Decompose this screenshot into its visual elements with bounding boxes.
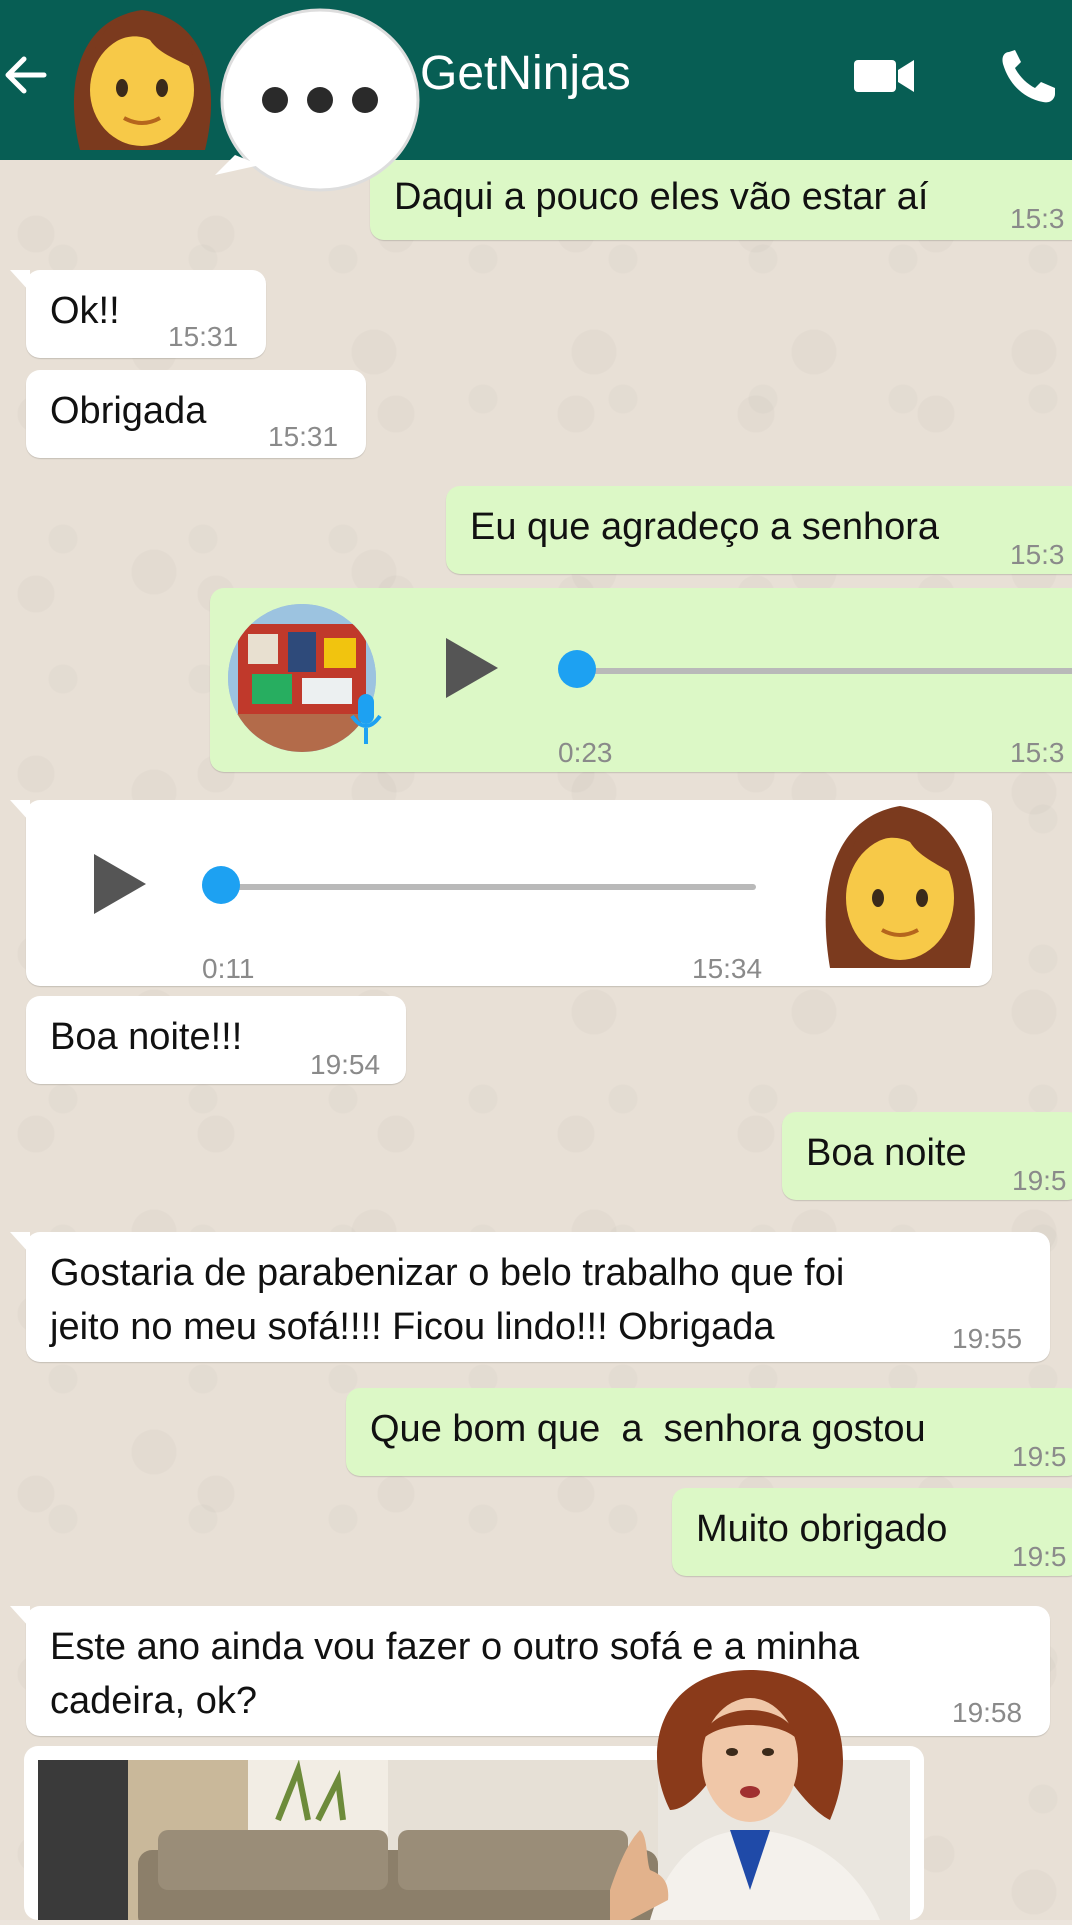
message-bubble-incoming[interactable]: Gostaria de parabenizar o belo trabalho …	[10, 1232, 1050, 1362]
message-time: 15:3	[1010, 203, 1065, 234]
arrow-left-icon[interactable]	[0, 45, 60, 105]
typing-dots-icon	[215, 5, 420, 205]
message-time: 15:31	[168, 321, 239, 352]
message-time: 19:5	[1012, 1541, 1067, 1572]
audio-duration: 0:11	[202, 953, 255, 984]
message-time: 19:54	[310, 1049, 381, 1080]
message-text: Boa noite!!!	[50, 1016, 243, 1058]
contact-name[interactable]: GetNinjas	[420, 46, 631, 101]
message-text: Eu que agradeço a senhora	[470, 506, 940, 548]
message-time: 15:3	[1010, 539, 1065, 570]
message-text: Que bom que a senhora gostou	[370, 1408, 926, 1450]
audio-progress-knob[interactable]	[558, 650, 596, 688]
message-bubble-incoming[interactable]: Obrigada 15:31	[26, 370, 366, 458]
message-time: 15:31	[268, 421, 339, 452]
microphone-icon	[346, 690, 386, 750]
message-text: Daqui a pouco eles vão estar aí	[394, 176, 929, 218]
message-text: Boa noite	[806, 1132, 967, 1174]
message-bubble-outgoing[interactable]: Boa noite 19:5	[782, 1112, 1072, 1200]
woman-emoji-icon	[818, 798, 983, 983]
audio-progress-track[interactable]	[206, 884, 756, 890]
message-time: 19:55	[952, 1323, 1023, 1354]
audio-progress-knob[interactable]	[202, 866, 240, 904]
message-bubble-outgoing[interactable]: Que bom que a senhora gostou 19:5	[346, 1388, 1072, 1476]
message-bubble-incoming[interactable]: Ok!! 15:31	[10, 270, 266, 358]
message-bubble-outgoing[interactable]: Eu que agradeço a senhora 15:3	[446, 486, 1072, 574]
woman-reaction-image	[610, 1660, 950, 1920]
message-time: 19:5	[1012, 1441, 1067, 1472]
message-text: Gostaria de parabenizar o belo trabalho …	[50, 1252, 845, 1348]
message-text: Muito obrigado	[696, 1508, 948, 1550]
message-text: Obrigada	[50, 390, 207, 432]
message-bubble-outgoing[interactable]: Daqui a pouco eles vão estar aí 15:3	[370, 160, 1072, 240]
message-time: 19:5	[1012, 1165, 1067, 1196]
woman-emoji-icon	[60, 0, 225, 165]
message-time: 19:58	[952, 1697, 1023, 1728]
message-time: 15:3	[1010, 737, 1065, 768]
phone-icon[interactable]	[995, 46, 1065, 106]
message-bubble-outgoing[interactable]: Muito obrigado 19:5	[672, 1488, 1072, 1576]
audio-progress-track[interactable]	[576, 668, 1072, 674]
play-icon[interactable]	[446, 638, 498, 698]
message-bubble-incoming[interactable]: Boa noite!!! 19:54	[26, 996, 406, 1084]
message-time: 15:34	[692, 953, 763, 984]
video-camera-icon[interactable]	[850, 46, 920, 106]
message-text: Ok!!	[50, 290, 120, 332]
audio-duration: 0:23	[558, 737, 613, 768]
play-icon[interactable]	[94, 854, 146, 914]
